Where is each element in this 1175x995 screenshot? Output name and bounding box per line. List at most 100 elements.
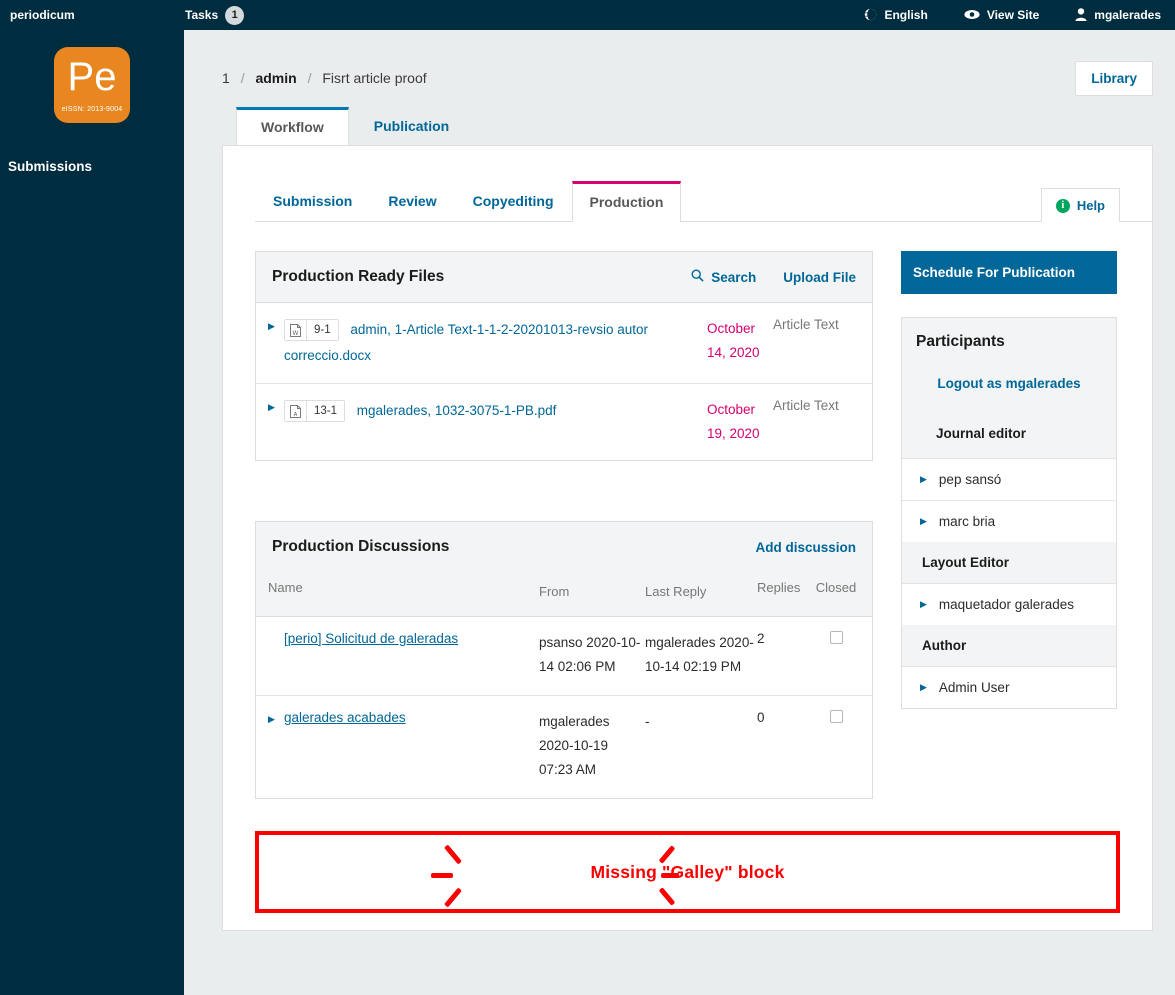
logo-issn: eISSN: 2013-9004 bbox=[61, 106, 123, 113]
add-discussion-button[interactable]: Add discussion bbox=[755, 540, 856, 555]
participant-name: Admin User bbox=[938, 680, 1010, 695]
closed-checkbox[interactable] bbox=[829, 710, 843, 723]
top-navigation-bar: periodicum Tasks 1 English View Site mga… bbox=[0, 0, 1175, 30]
sidebar-item-submissions[interactable]: Submissions bbox=[8, 159, 184, 174]
main-content: 1 / admin / Fisrt article proof Library … bbox=[184, 30, 1175, 995]
svg-text:W: W bbox=[293, 331, 299, 337]
view-site-label: View Site bbox=[986, 8, 1040, 22]
missing-galley-annotation: Missing "Galley" block bbox=[255, 831, 1120, 913]
tasks-count-badge: 1 bbox=[225, 5, 245, 25]
tab-workflow[interactable]: Workflow bbox=[236, 107, 349, 146]
tab-review[interactable]: Review bbox=[370, 180, 454, 221]
participant-name: maquetador galerades bbox=[938, 597, 1075, 612]
expand-arrow-icon[interactable]: ▶ bbox=[920, 474, 927, 485]
tasks-label: Tasks bbox=[185, 8, 219, 22]
language-selector[interactable]: English bbox=[864, 8, 928, 23]
closed-checkbox[interactable] bbox=[829, 631, 843, 644]
user-icon bbox=[1075, 7, 1087, 23]
discussion-from: psanso 2020-10-14 02:06 PM bbox=[539, 635, 641, 674]
column-header-last-reply: Last Reply bbox=[645, 584, 707, 599]
annotation-dash-icon bbox=[658, 887, 676, 906]
expand-arrow-icon[interactable]: ▶ bbox=[920, 516, 927, 527]
annotation-dash-icon bbox=[661, 873, 679, 878]
svg-text:A: A bbox=[294, 412, 298, 418]
list-item[interactable]: ▶ pep sansó bbox=[902, 458, 1116, 500]
file-genre: Article Text bbox=[773, 398, 839, 413]
schedule-for-publication-button[interactable]: Schedule For Publication bbox=[901, 251, 1117, 294]
expand-arrow-icon[interactable]: ▶ bbox=[268, 317, 284, 369]
discussions-title: Production Discussions bbox=[272, 538, 450, 555]
file-revision: 9-1 bbox=[307, 320, 338, 341]
list-item[interactable]: ▶ Admin User bbox=[902, 666, 1116, 708]
upload-file-label: Upload File bbox=[783, 269, 856, 285]
workflow-panel: Submission Review Copyediting Production… bbox=[222, 145, 1153, 931]
tab-production[interactable]: Production bbox=[571, 181, 682, 222]
file-type-badge: W 9-1 bbox=[284, 319, 339, 342]
breadcrumb-title: Fisrt article proof bbox=[322, 70, 427, 86]
expand-arrow-icon[interactable]: ▶ bbox=[268, 710, 284, 782]
logo-text: Pe bbox=[67, 55, 117, 99]
participants-card: Participants Logout as mgalerades Journa… bbox=[901, 317, 1117, 709]
info-icon: i bbox=[1055, 198, 1070, 213]
participants-title: Participants bbox=[916, 333, 1005, 350]
column-header-name: Name bbox=[268, 580, 303, 595]
file-name-link[interactable]: mgalerades, 1032-3075-1-PB.pdf bbox=[357, 403, 557, 418]
list-item[interactable]: ▶ marc bria bbox=[902, 500, 1116, 542]
table-row: ▶ W 9-1 admin, 1-Article Text-1-1-2-2020… bbox=[256, 303, 872, 384]
help-button[interactable]: i Help bbox=[1040, 188, 1120, 222]
word-doc-icon: W bbox=[285, 320, 307, 341]
discussion-last-reply: mgalerades 2020-10-14 02:19 PM bbox=[645, 635, 754, 674]
production-ready-files-card: Production Ready Files Search Upload Fil… bbox=[255, 251, 873, 461]
file-genre: Article Text bbox=[773, 317, 839, 332]
table-row: ▶ A 13-1 mgalerades, 1032-3075-1-PB.pdf … bbox=[256, 384, 872, 460]
discussion-closed-cell bbox=[813, 631, 859, 679]
site-brand: periodicum bbox=[10, 8, 75, 22]
library-button[interactable]: Library bbox=[1075, 60, 1153, 96]
search-label: Search bbox=[711, 269, 757, 285]
participant-name: pep sansó bbox=[938, 472, 1002, 487]
annotation-dash-icon bbox=[444, 844, 462, 865]
user-menu[interactable]: mgalerades bbox=[1075, 7, 1161, 23]
workflow-tablist: Workflow Publication bbox=[236, 103, 1175, 146]
logout-as-link[interactable]: Logout as mgalerades bbox=[916, 376, 1102, 391]
tab-copyediting[interactable]: Copyediting bbox=[455, 180, 572, 221]
breadcrumb: 1 / admin / Fisrt article proof bbox=[222, 70, 427, 86]
expand-arrow-icon[interactable]: ▶ bbox=[268, 398, 284, 446]
stage-tablist: Submission Review Copyediting Production… bbox=[255, 178, 1152, 222]
production-files-title: Production Ready Files bbox=[272, 268, 445, 285]
discussion-closed-cell bbox=[813, 710, 859, 782]
left-sidebar: Pe eISSN: 2013-9004 Submissions bbox=[0, 30, 184, 995]
table-row: ▶ [perio] Solicitud de galeradas psanso … bbox=[256, 617, 872, 696]
annotation-dash-icon bbox=[444, 887, 462, 908]
tasks-button[interactable]: Tasks 1 bbox=[185, 5, 245, 25]
breadcrumb-owner[interactable]: admin bbox=[255, 70, 296, 86]
journal-logo[interactable]: Pe eISSN: 2013-9004 bbox=[54, 47, 130, 123]
tab-publication[interactable]: Publication bbox=[349, 106, 474, 145]
column-header-from: From bbox=[539, 584, 570, 599]
list-item[interactable]: ▶ maquetador galerades bbox=[902, 583, 1116, 625]
workflow-sidebar: Schedule For Publication Participants Lo… bbox=[901, 251, 1117, 799]
column-header-closed: Closed bbox=[815, 580, 857, 595]
breadcrumb-separator-1: / bbox=[240, 70, 245, 86]
expand-arrow-icon[interactable]: ▶ bbox=[920, 599, 927, 610]
discussion-name-link[interactable]: [perio] Solicitud de galeradas bbox=[284, 631, 458, 679]
tab-submission[interactable]: Submission bbox=[255, 180, 370, 221]
globe-icon bbox=[864, 8, 877, 23]
search-icon bbox=[691, 269, 704, 285]
expand-arrow-icon[interactable]: ▶ bbox=[920, 682, 927, 693]
discussions-column-headers: Name From Last Reply Replies Closed bbox=[256, 570, 872, 617]
column-header-replies: Replies bbox=[757, 580, 801, 595]
upload-file-button[interactable]: Upload File bbox=[783, 270, 856, 285]
file-date: October 14, 2020 bbox=[707, 321, 760, 360]
discussion-from: mgalerades 2020-10-19 07:23 AM bbox=[539, 714, 610, 777]
annotation-dash-icon bbox=[431, 873, 453, 878]
discussion-name-link[interactable]: galerades acabades bbox=[284, 710, 406, 782]
view-site-link[interactable]: View Site bbox=[964, 8, 1039, 22]
participant-role-author: Author bbox=[902, 625, 1116, 666]
breadcrumb-separator-2: / bbox=[307, 70, 312, 86]
discussion-last-reply: - bbox=[645, 714, 650, 729]
breadcrumb-id[interactable]: 1 bbox=[222, 70, 230, 86]
file-type-badge: A 13-1 bbox=[284, 400, 346, 423]
discussion-replies: 0 bbox=[757, 710, 765, 725]
search-files-button[interactable]: Search bbox=[691, 269, 756, 285]
